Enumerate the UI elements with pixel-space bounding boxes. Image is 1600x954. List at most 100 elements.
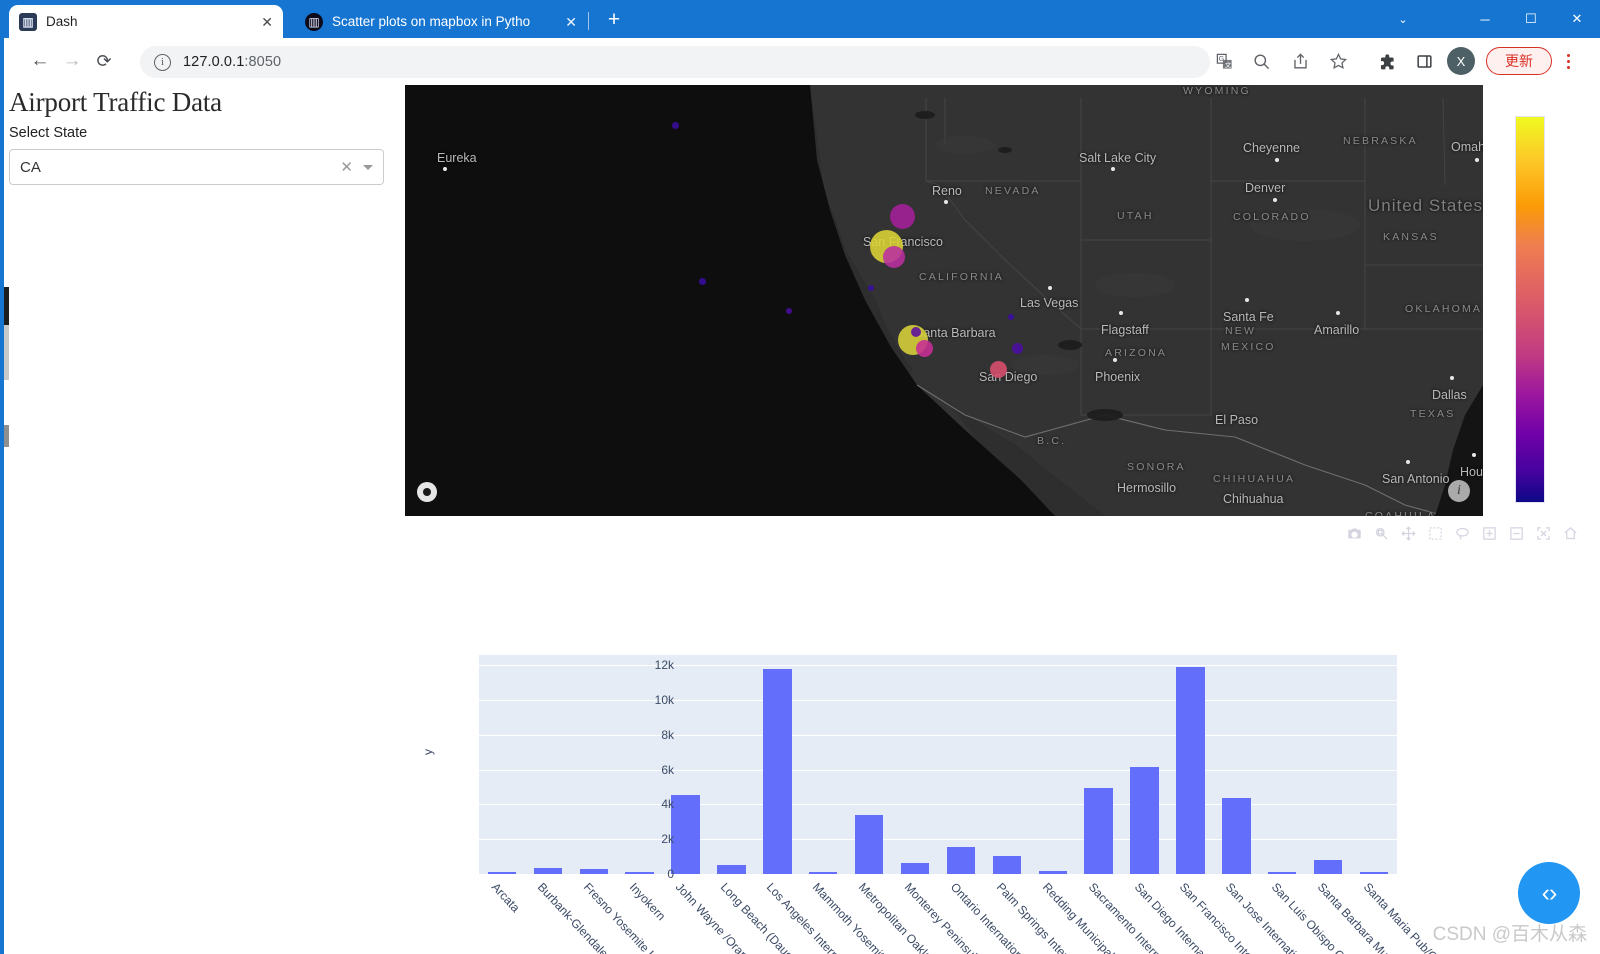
map-bubble-marker[interactable] [989, 360, 1007, 378]
autoscale-icon[interactable] [1536, 526, 1551, 544]
background-window-grey-band [4, 325, 9, 380]
window-minimize-button[interactable]: ─ [1462, 4, 1508, 34]
bar[interactable] [1176, 667, 1205, 874]
bar[interactable] [533, 868, 563, 874]
plotly-modebar[interactable] [1347, 522, 1587, 548]
forward-button[interactable]: → [57, 46, 87, 76]
tab-favicon-dash: ▥ [19, 12, 37, 31]
map-bubble-marker[interactable] [911, 327, 921, 337]
zoom-icon[interactable] [1374, 526, 1389, 544]
bar[interactable] [1130, 766, 1159, 874]
x-tick-label: Arcata [488, 880, 523, 915]
address-bar[interactable]: i 127.0.0.1:8050 [140, 46, 1210, 78]
y-tick-label: 0 [667, 867, 674, 881]
map-region-label: OKLAHOMA [1405, 303, 1483, 315]
map-bubble-marker[interactable] [698, 277, 706, 285]
bar[interactable] [946, 846, 976, 874]
zoom-out-icon[interactable] [1509, 526, 1524, 544]
state-dropdown[interactable]: CA ✕ [9, 149, 384, 185]
bar[interactable] [625, 872, 654, 874]
profile-avatar[interactable]: X [1447, 47, 1475, 75]
map-bubble-marker[interactable] [786, 308, 792, 314]
bar[interactable] [992, 856, 1022, 874]
pan-icon[interactable] [1401, 526, 1416, 544]
bar[interactable] [1268, 872, 1297, 874]
map-city-label: Dallas [1432, 388, 1467, 402]
tab-close-icon[interactable]: ✕ [249, 15, 273, 29]
map-bubble-marker[interactable] [868, 285, 874, 291]
bar[interactable] [1084, 787, 1113, 874]
map-region-label: CALIFORNIA [919, 271, 1005, 283]
lasso-select-icon[interactable] [1455, 526, 1470, 544]
bar[interactable] [487, 872, 517, 874]
share-icon[interactable] [1285, 46, 1315, 76]
map-city-dot [1472, 453, 1476, 457]
map-city-label: El Paso [1215, 413, 1259, 427]
bar[interactable] [1359, 871, 1389, 874]
bar[interactable] [1038, 871, 1067, 874]
map-bubble-marker[interactable] [671, 121, 679, 129]
chevron-down-icon[interactable] [363, 164, 373, 170]
map-bubble-marker[interactable] [1011, 342, 1023, 354]
site-info-icon[interactable]: i [154, 53, 171, 71]
map-bubble-marker[interactable] [889, 203, 915, 229]
browser-tab-scatter-plots[interactable]: ▥ Scatter plots on mapbox in Pytho ✕ [295, 5, 587, 38]
bar[interactable] [671, 794, 700, 874]
map-city-dot [1119, 311, 1123, 315]
bar[interactable] [1222, 797, 1251, 874]
dash-page: Airport Traffic Data Select State CA ✕ E… [9, 85, 1600, 954]
map-city-label: Hermosillo [1117, 481, 1177, 495]
bar[interactable] [717, 864, 746, 874]
browser-menu-button[interactable] [1556, 47, 1580, 75]
map-bubble-marker[interactable] [1008, 314, 1014, 320]
bar[interactable] [809, 872, 838, 874]
camera-icon[interactable] [1347, 526, 1362, 544]
select-state-label: Select State [9, 125, 88, 141]
bar[interactable] [1313, 860, 1343, 874]
bookmark-star-icon[interactable] [1323, 46, 1353, 76]
zoom-in-icon[interactable] [1482, 526, 1497, 544]
extensions-icon[interactable] [1371, 46, 1401, 76]
map-info-icon[interactable]: i [1448, 480, 1470, 502]
map-region-label: CHIHUAHUA [1213, 473, 1296, 485]
translate-icon[interactable]: G文 [1209, 46, 1239, 76]
window-controls: ⌄ ─ ☐ ✕ [1370, 0, 1600, 38]
map-bubble-marker[interactable] [915, 339, 933, 357]
map-city-label: Salt Lake City [1079, 151, 1157, 165]
bar-chart-graph[interactable]: y x 02k4k6k8k10k12k ArcataBurbank-Glenda… [405, 555, 1600, 954]
map-bubble-marker[interactable] [883, 246, 905, 268]
reload-button[interactable]: ⟳ [89, 46, 119, 76]
map-city-dot [1048, 286, 1052, 290]
window-close-button[interactable]: ✕ [1554, 4, 1600, 34]
map-region-label: SONORA [1127, 461, 1186, 473]
map-city-dot [1273, 198, 1277, 202]
map-region-label: NEVADA [985, 185, 1041, 197]
bar[interactable] [763, 668, 792, 874]
box-select-icon[interactable] [1428, 526, 1443, 544]
new-tab-button[interactable]: + [601, 9, 627, 33]
y-tick-label: 4k [661, 797, 674, 812]
window-maximize-button[interactable]: ☐ [1508, 4, 1554, 34]
bar[interactable] [579, 868, 608, 874]
bar[interactable] [854, 814, 884, 874]
bar[interactable] [900, 863, 930, 874]
browser-tab-dash[interactable]: ▥ Dash ✕ [9, 5, 283, 38]
map-graph[interactable]: Eureka Reno Salt Lake City Cheyenne Denver Om… [405, 85, 1483, 516]
y-tick-label: 2k [661, 832, 674, 847]
y-tick-label: 10k [654, 693, 674, 708]
map-region-label: NEBRASKA [1343, 135, 1418, 147]
map-city-label: Denver [1245, 181, 1286, 195]
tab-search-chevron-icon[interactable]: ⌄ [1380, 4, 1426, 34]
side-panel-icon[interactable] [1409, 46, 1439, 76]
update-button[interactable]: 更新 [1486, 47, 1552, 75]
tab-close-icon[interactable]: ✕ [553, 15, 577, 29]
grid-line [479, 769, 1397, 771]
back-button[interactable]: ← [25, 46, 55, 76]
reset-axes-icon[interactable] [1563, 526, 1578, 544]
mapbox-logo-icon[interactable] [417, 482, 437, 502]
map-region-label: COAHUILA [1365, 510, 1437, 516]
plasma-colorbar [1515, 116, 1545, 503]
zoom-out-icon[interactable] [1246, 46, 1276, 76]
clear-icon[interactable]: ✕ [340, 158, 363, 176]
code-brackets-icon[interactable]: ‹› [1518, 862, 1580, 924]
